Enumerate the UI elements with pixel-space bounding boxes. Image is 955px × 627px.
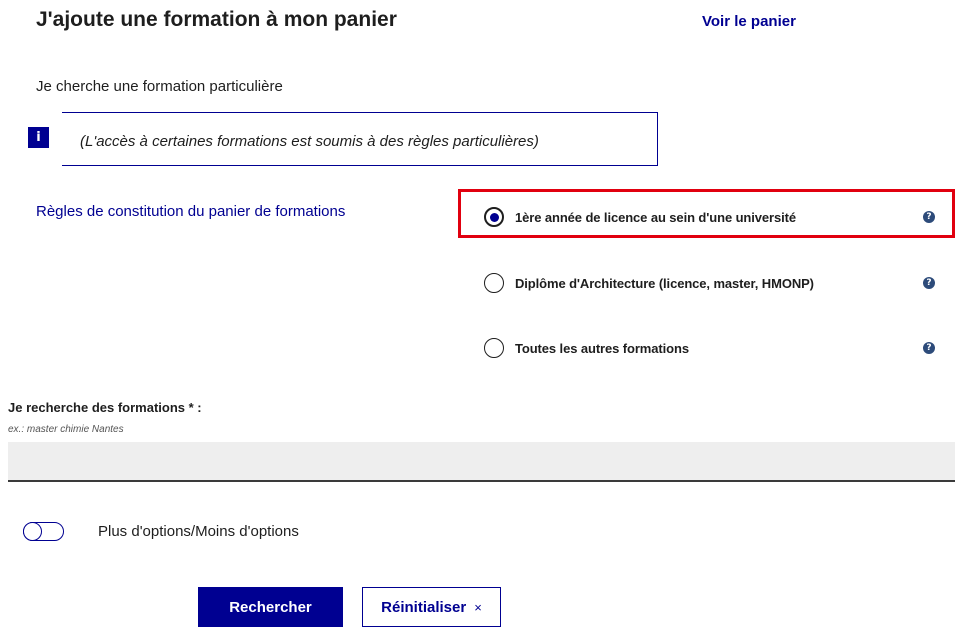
radio-label-other: Toutes les autres formations [515, 340, 689, 356]
search-field-label: Je recherche des formations * : [8, 400, 202, 415]
options-toggle-label: Plus d'options/Moins d'options [98, 523, 299, 540]
radio-label-licence: 1ère année de licence au sein d'une univ… [515, 209, 797, 225]
help-icon[interactable]: ? [923, 211, 935, 223]
help-icon[interactable]: ? [923, 277, 935, 289]
search-heading: Je cherche une formation particulière [36, 78, 283, 95]
info-icon: i [28, 127, 49, 148]
info-notice: i (L'accès à certaines formations est so… [22, 112, 658, 166]
search-field-hint: ex.: master chimie Nantes [8, 424, 124, 435]
help-icon[interactable]: ? [923, 342, 935, 354]
radio-button-architecture[interactable] [484, 273, 504, 293]
reset-button-label: Réinitialiser [381, 598, 467, 616]
options-toggle[interactable] [23, 522, 64, 541]
close-icon: × [474, 599, 482, 615]
radio-button-licence[interactable] [484, 207, 504, 227]
radio-button-other[interactable] [484, 338, 504, 358]
radio-architecture[interactable]: Diplôme d'Architecture (licence, master,… [484, 271, 814, 295]
rules-link[interactable]: Règles de constitution du panier de form… [36, 203, 345, 220]
reset-button[interactable]: Réinitialiser × [362, 587, 501, 627]
radio-licence[interactable]: 1ère année de licence au sein d'une univ… [484, 205, 796, 229]
view-cart-link[interactable]: Voir le panier [702, 13, 796, 30]
search-input[interactable] [8, 442, 955, 482]
search-button[interactable]: Rechercher [198, 587, 343, 627]
page-title: J'ajoute une formation à mon panier [36, 8, 397, 31]
radio-other[interactable]: Toutes les autres formations [484, 336, 689, 360]
toggle-knob [23, 522, 42, 541]
radio-label-architecture: Diplôme d'Architecture (licence, master,… [515, 275, 814, 291]
info-text: (L'accès à certaines formations est soum… [80, 133, 539, 150]
